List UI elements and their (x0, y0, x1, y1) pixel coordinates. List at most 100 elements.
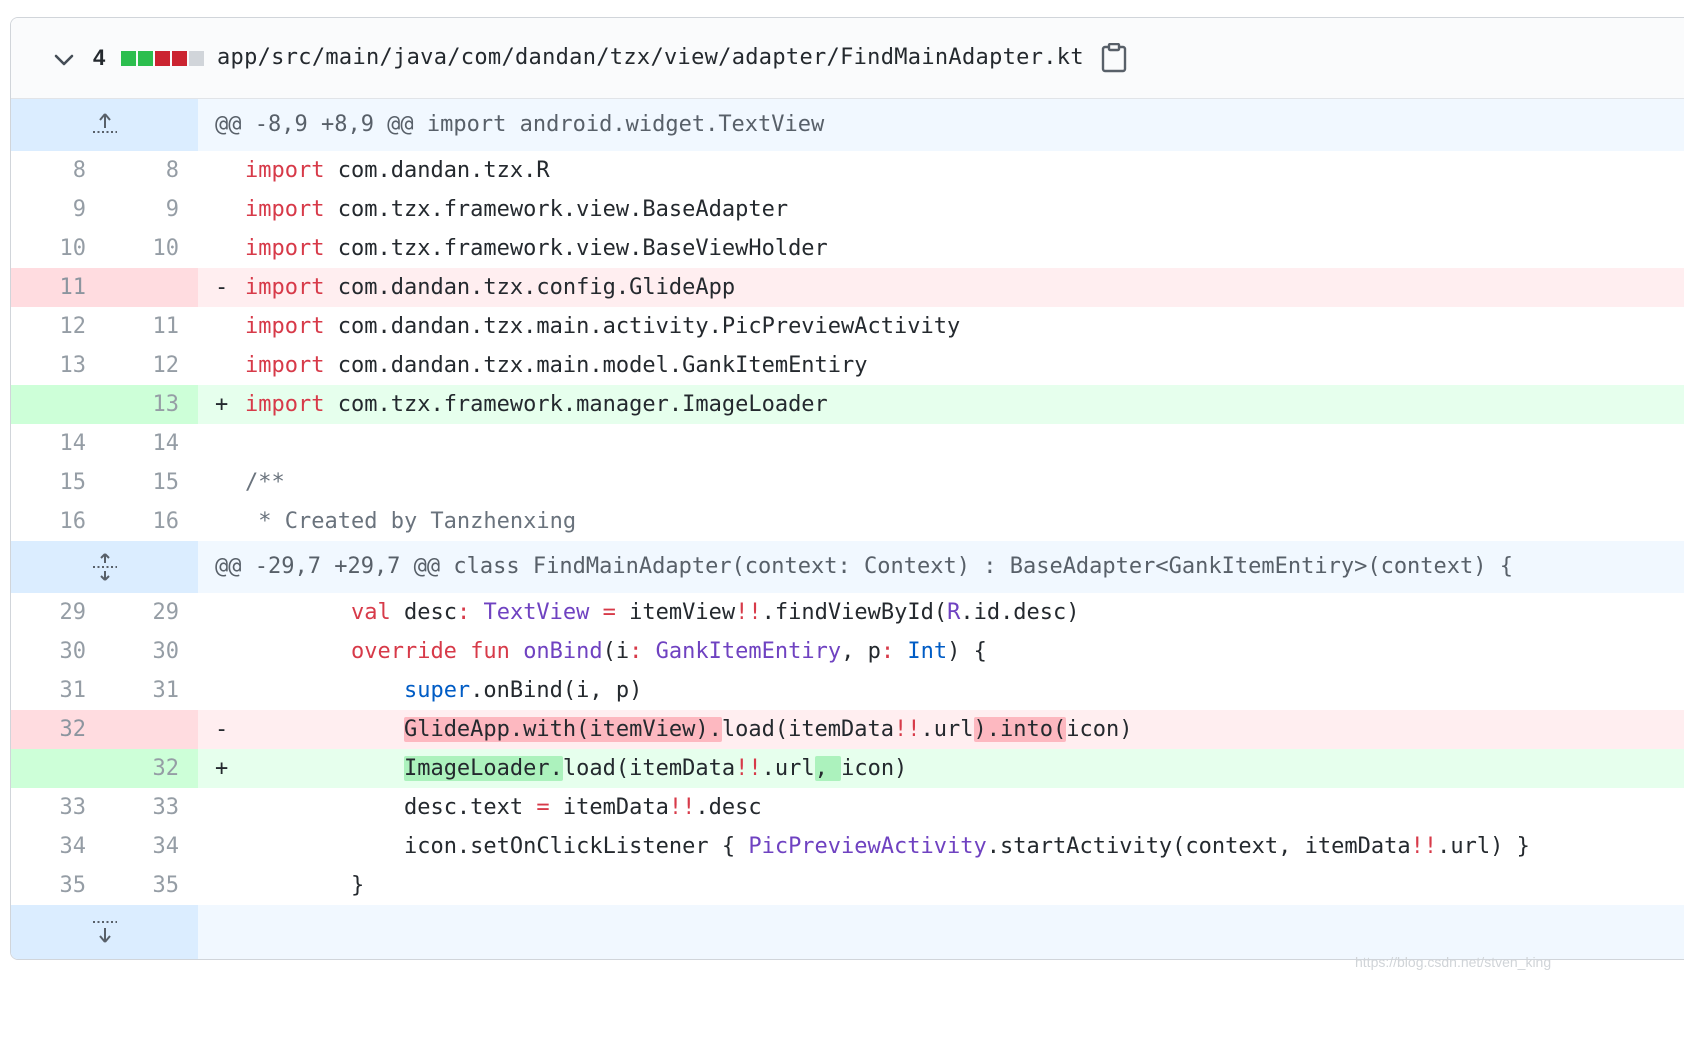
old-line-number[interactable]: 14 (11, 424, 87, 463)
added-highlight: ImageLoader. (403, 756, 563, 781)
diff-line: 29 29 val desc: TextView = itemView!!.fin… (11, 593, 1684, 632)
diff-line: 10 10 import com.tzx.framework.view.BaseVi… (11, 229, 1684, 268)
code-text: com.tzx.framework.view.BaseViewHolder (324, 236, 828, 261)
hunk-header: @@ -8,9 +8,9 @@ import android.widget.Te… (11, 99, 1684, 151)
old-line-number[interactable]: 10 (11, 229, 87, 268)
code-text: , p (841, 639, 881, 664)
code-line: } (245, 866, 364, 905)
keyword: import (245, 236, 325, 261)
code-comment: * Created by Tanzhenxing (245, 509, 577, 534)
new-line-number[interactable]: 12 (104, 346, 180, 385)
code-text: itemData (562, 795, 669, 820)
new-line-number[interactable]: 8 (104, 151, 179, 190)
new-line-number[interactable]: 14 (104, 424, 180, 463)
new-line-number[interactable] (104, 710, 179, 749)
keyword: super (403, 678, 471, 703)
code-text: com.dandan.tzx.main.model.GankItemEntiry (324, 353, 868, 378)
old-line-number[interactable]: 34 (11, 827, 87, 866)
expand-down-icon (93, 921, 117, 943)
diffstat-block (138, 51, 153, 66)
diff-file: 4 app/src/main/java/com/dandan/tzx/view/… (10, 17, 1684, 960)
new-line-number[interactable]: 11 (104, 307, 180, 346)
expand-up-button[interactable] (11, 99, 198, 151)
new-line-number[interactable]: 31 (104, 671, 180, 710)
code-line: import com.dandan.tzx.main.activity.PicP… (245, 307, 960, 346)
keyword: override (350, 639, 457, 664)
old-line-number[interactable]: 29 (11, 593, 87, 632)
code-text: ) { (947, 639, 987, 664)
diff-line: 14 14 (11, 424, 1684, 463)
operator: !! (894, 717, 921, 742)
code-line: override fun onBind(i: GankItemEntiry, p… (245, 632, 987, 671)
operator: : (629, 639, 643, 664)
chevron-down-icon[interactable] (52, 48, 76, 72)
code-text: load(itemData (562, 756, 736, 781)
new-line-number[interactable]: 16 (104, 502, 180, 541)
old-line-number[interactable]: 31 (11, 671, 87, 710)
operator: = (523, 795, 563, 820)
new-line-number[interactable]: 30 (104, 632, 180, 671)
code-line: import com.dandan.tzx.main.model.GankIte… (245, 346, 868, 385)
old-line-number[interactable]: 16 (11, 502, 87, 541)
old-line-number[interactable]: 35 (11, 866, 87, 905)
new-line-number[interactable]: 9 (104, 190, 179, 229)
diff-line: 15 15 /** (11, 463, 1684, 502)
code-text: desc.text (403, 795, 524, 820)
diff-count: 4 (93, 45, 106, 70)
old-line-number[interactable]: 15 (11, 463, 87, 502)
code-line: import com.tzx.framework.view.BaseViewHo… (245, 229, 828, 268)
new-line-number[interactable]: 35 (104, 866, 180, 905)
operator: !! (735, 600, 762, 625)
code-text: icon) (841, 756, 908, 781)
diffstat-block (172, 51, 187, 66)
code-line: icon.setOnClickListener { PicPreviewActi… (245, 827, 1530, 866)
type-name: GankItemEntiry (655, 639, 842, 664)
addition-marker: + (215, 756, 229, 781)
hunk-header-text: @@ -8,9 +8,9 @@ import android.widget.Te… (215, 112, 825, 137)
diffstat-block (121, 51, 136, 66)
file-path[interactable]: app/src/main/java/com/dandan/tzx/view/ad… (217, 42, 1084, 74)
code-line: GlideApp.with(itemView).load(itemData!!.… (245, 710, 1132, 749)
code-text: icon) (1066, 717, 1133, 742)
old-line-number[interactable] (11, 749, 86, 788)
new-line-number[interactable]: 34 (104, 827, 180, 866)
old-line-number[interactable]: 11 (11, 268, 87, 307)
new-line-number[interactable] (104, 268, 179, 307)
diff-line: 13 12 import com.dandan.tzx.main.model.Gan… (11, 346, 1684, 385)
new-line-number[interactable]: 33 (104, 788, 180, 827)
new-line-number[interactable]: 15 (104, 463, 180, 502)
diff-line: 8 8 import com.dandan.tzx.R (11, 151, 1684, 190)
code-text: .id.desc) (960, 600, 1080, 625)
code-text: .url (920, 717, 974, 742)
old-line-number[interactable] (11, 385, 86, 424)
expand-both-button[interactable] (11, 541, 198, 593)
diff-line: 9 9 import com.tzx.framework.view.BaseAdap… (11, 190, 1684, 229)
old-line-number[interactable]: 8 (11, 151, 86, 190)
code-comment: /** (245, 470, 285, 495)
expand-down-button[interactable] (11, 905, 198, 959)
old-line-number[interactable]: 12 (11, 307, 87, 346)
new-line-number[interactable]: 32 (104, 749, 180, 788)
old-line-number[interactable]: 9 (11, 190, 86, 229)
type-name: Int (907, 639, 948, 664)
code-text: .startActivity(context, itemData (986, 834, 1411, 859)
old-line-number[interactable]: 30 (11, 632, 87, 671)
file-header: 4 app/src/main/java/com/dandan/tzx/view/… (11, 18, 1684, 99)
operator: !! (1410, 834, 1438, 859)
code-text: icon.setOnClickListener { (403, 834, 749, 859)
expand-both-icon (93, 553, 117, 581)
hunk-header-text: @@ -29,7 +29,7 @@ class FindMainAdapter(… (215, 554, 1514, 579)
new-line-number[interactable]: 10 (104, 229, 180, 268)
new-line-number[interactable]: 13 (104, 385, 180, 424)
old-line-number[interactable]: 32 (11, 710, 87, 749)
clipboard-icon[interactable] (1101, 43, 1127, 73)
added-line: 13 + import com.tzx.framework.manager.Imag… (11, 385, 1684, 424)
old-line-number[interactable]: 33 (11, 788, 87, 827)
new-line-number[interactable]: 29 (104, 593, 180, 632)
keyword: import (245, 353, 325, 378)
old-line-number[interactable]: 13 (11, 346, 87, 385)
